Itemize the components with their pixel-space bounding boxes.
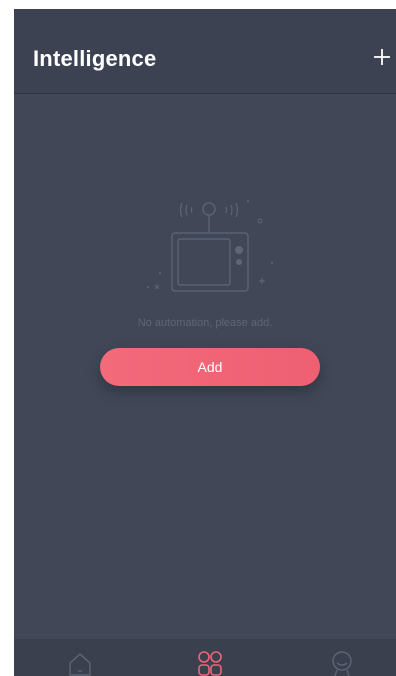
- app-screen: Intelligence No automation, please add. …: [14, 9, 396, 676]
- tab-bar: [14, 639, 396, 676]
- header: Intelligence: [14, 9, 396, 94]
- tv-illustration-icon: [147, 200, 273, 292]
- empty-state-message: No automation, please add.: [137, 317, 273, 329]
- grid-icon[interactable]: [196, 649, 224, 676]
- home-icon[interactable]: [66, 649, 94, 676]
- profile-icon[interactable]: [328, 649, 356, 676]
- add-button[interactable]: Add: [100, 348, 320, 386]
- plus-icon[interactable]: [372, 47, 392, 67]
- page-title: Intelligence: [33, 46, 157, 71]
